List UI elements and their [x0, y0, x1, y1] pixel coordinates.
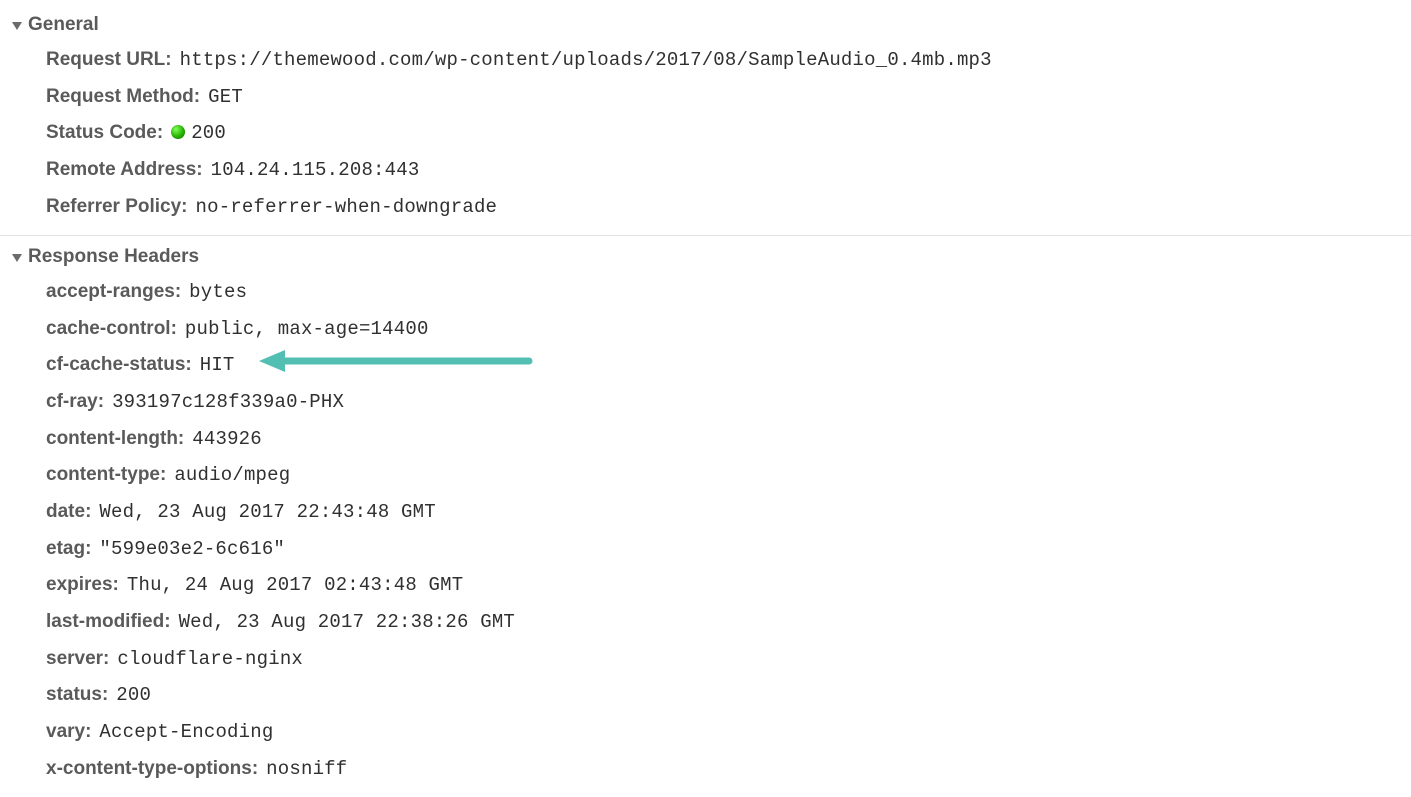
- label-request-url: Request URL:: [46, 47, 172, 73]
- row-request-method: Request Method: GET: [46, 79, 1399, 116]
- status-dot-icon: [171, 125, 185, 139]
- value-request-method: GET: [208, 85, 243, 111]
- row-cf-cache-status: cf-cache-status: HIT: [46, 347, 1399, 384]
- section-response-headers-rows: accept-ranges: bytes cache-control: publ…: [12, 274, 1399, 787]
- label-cf-ray: cf-ray:: [46, 389, 104, 415]
- label-last-modified: last-modified:: [46, 609, 171, 635]
- label-etag: etag:: [46, 536, 91, 562]
- section-general-rows: Request URL: https://themewood.com/wp-co…: [12, 42, 1399, 225]
- row-remote-address: Remote Address: 104.24.115.208:443: [46, 152, 1399, 189]
- label-remote-address: Remote Address:: [46, 157, 203, 183]
- label-status-code: Status Code:: [46, 120, 163, 146]
- row-request-url: Request URL: https://themewood.com/wp-co…: [46, 42, 1399, 79]
- value-status: 200: [116, 683, 151, 709]
- value-server: cloudflare-nginx: [117, 647, 303, 673]
- row-etag: etag: "599e03e2-6c616": [46, 531, 1399, 568]
- row-content-type: content-type: audio/mpeg: [46, 457, 1399, 494]
- label-date: date:: [46, 499, 91, 525]
- value-cf-cache-status: HIT: [200, 353, 235, 379]
- section-general-header[interactable]: General: [12, 8, 1399, 42]
- section-general: General Request URL: https://themewood.c…: [0, 4, 1411, 235]
- label-request-method: Request Method:: [46, 84, 200, 110]
- section-response-headers-title: Response Headers: [28, 246, 199, 268]
- value-content-type: audio/mpeg: [174, 463, 290, 489]
- value-x-content-type-options: nosniff: [266, 757, 347, 783]
- row-cf-ray: cf-ray: 393197c128f339a0-PHX: [46, 384, 1399, 421]
- row-status: status: 200: [46, 677, 1399, 714]
- row-date: date: Wed, 23 Aug 2017 22:43:48 GMT: [46, 494, 1399, 531]
- value-vary: Accept-Encoding: [99, 720, 273, 746]
- value-cf-ray: 393197c128f339a0-PHX: [112, 390, 344, 416]
- label-vary: vary:: [46, 719, 91, 745]
- value-date: Wed, 23 Aug 2017 22:43:48 GMT: [99, 500, 435, 526]
- annotation-arrow: [259, 352, 539, 370]
- arrow-left-icon: [259, 346, 539, 376]
- row-status-code: Status Code: 200: [46, 115, 1399, 152]
- label-accept-ranges: accept-ranges:: [46, 279, 181, 305]
- label-referrer-policy: Referrer Policy:: [46, 194, 188, 220]
- value-expires: Thu, 24 Aug 2017 02:43:48 GMT: [127, 573, 463, 599]
- section-general-title: General: [28, 14, 99, 36]
- value-last-modified: Wed, 23 Aug 2017 22:38:26 GMT: [179, 610, 515, 636]
- value-remote-address: 104.24.115.208:443: [211, 158, 420, 184]
- label-content-type: content-type:: [46, 462, 166, 488]
- label-cf-cache-status: cf-cache-status:: [46, 352, 192, 378]
- value-status-code: 200: [171, 121, 226, 147]
- headers-panel: General Request URL: https://themewood.c…: [0, 0, 1411, 797]
- row-expires: expires: Thu, 24 Aug 2017 02:43:48 GMT: [46, 567, 1399, 604]
- label-content-length: content-length:: [46, 426, 184, 452]
- disclosure-triangle-icon: [12, 254, 22, 262]
- row-content-length: content-length: 443926: [46, 421, 1399, 458]
- section-response-headers-header[interactable]: Response Headers: [12, 240, 1399, 274]
- value-cache-control: public, max-age=14400: [185, 317, 429, 343]
- label-cache-control: cache-control:: [46, 316, 177, 342]
- disclosure-triangle-icon: [12, 22, 22, 30]
- label-expires: expires:: [46, 572, 119, 598]
- row-server: server: cloudflare-nginx: [46, 641, 1399, 678]
- row-x-content-type-options: x-content-type-options: nosniff: [46, 751, 1399, 788]
- row-cache-control: cache-control: public, max-age=14400: [46, 311, 1399, 348]
- row-accept-ranges: accept-ranges: bytes: [46, 274, 1399, 311]
- status-code-text: 200: [191, 122, 226, 144]
- row-referrer-policy: Referrer Policy: no-referrer-when-downgr…: [46, 189, 1399, 226]
- label-server: server:: [46, 646, 109, 672]
- value-request-url: https://themewood.com/wp-content/uploads…: [180, 48, 992, 74]
- row-vary: vary: Accept-Encoding: [46, 714, 1399, 751]
- value-content-length: 443926: [192, 427, 262, 453]
- value-accept-ranges: bytes: [189, 280, 247, 306]
- row-last-modified: last-modified: Wed, 23 Aug 2017 22:38:26…: [46, 604, 1399, 641]
- value-referrer-policy: no-referrer-when-downgrade: [196, 195, 498, 221]
- label-x-content-type-options: x-content-type-options:: [46, 756, 258, 782]
- value-etag: "599e03e2-6c616": [99, 537, 285, 563]
- label-status: status:: [46, 682, 108, 708]
